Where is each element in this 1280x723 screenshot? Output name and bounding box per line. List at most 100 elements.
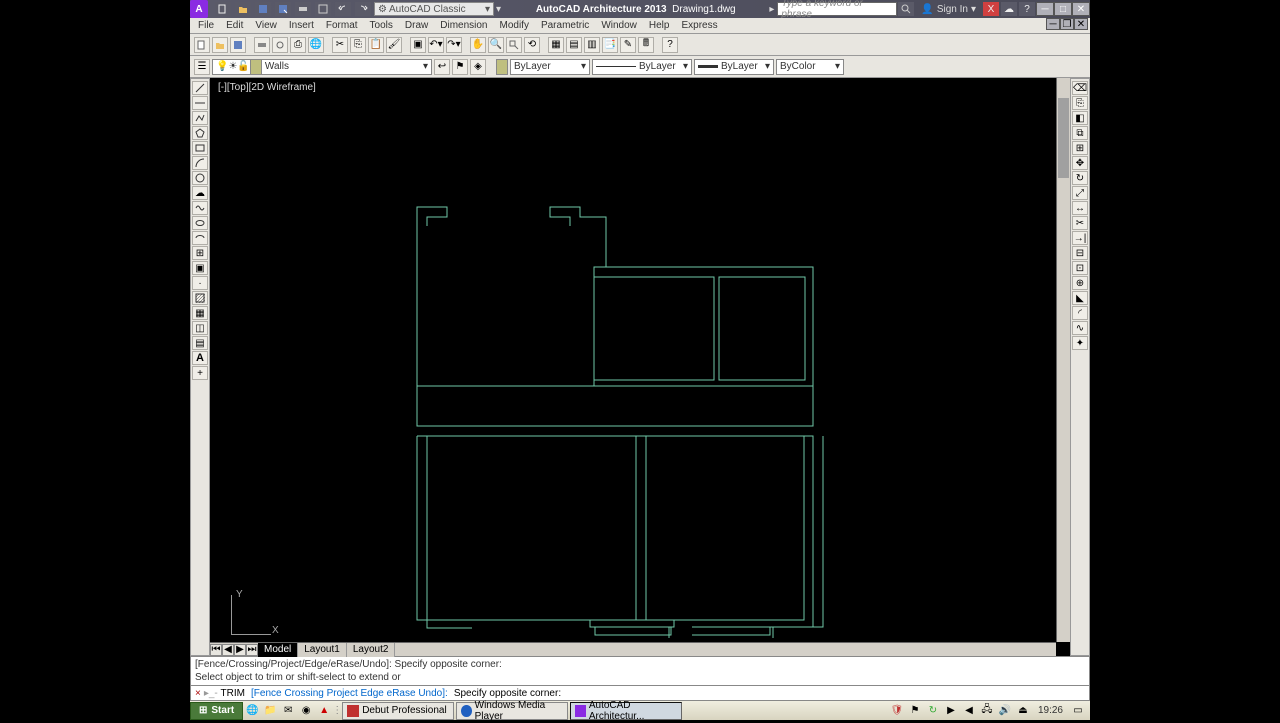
menu-format[interactable]: Format: [326, 20, 358, 31]
array-icon[interactable]: ⊞: [1072, 141, 1088, 155]
blend-icon[interactable]: ∿: [1072, 321, 1088, 335]
menu-insert[interactable]: Insert: [289, 20, 314, 31]
zoom-window-icon[interactable]: [506, 37, 522, 53]
offset-icon[interactable]: ⧉: [1072, 126, 1088, 140]
drawing-area[interactable]: [-][Top][2D Wireframe]: [210, 78, 1070, 656]
scale-icon[interactable]: ⤢: [1072, 186, 1088, 200]
add-selected-icon[interactable]: +: [192, 366, 208, 380]
qnew-icon[interactable]: [194, 37, 210, 53]
color-swatch[interactable]: [496, 59, 508, 75]
lineweight-dropdown[interactable]: ByLayer▾: [694, 59, 774, 75]
redo-icon[interactable]: [355, 2, 371, 16]
tab-nav-last-icon[interactable]: ⏭: [246, 644, 258, 656]
workspace-dropdown[interactable]: ⚙ AutoCAD Classic ▾: [374, 2, 494, 16]
color-dropdown[interactable]: ByLayer▾: [510, 59, 590, 75]
paste-icon[interactable]: 📋: [368, 37, 384, 53]
exchange-icon[interactable]: X: [983, 2, 999, 16]
menu-dimension[interactable]: Dimension: [440, 20, 487, 31]
outlook-icon[interactable]: ✉: [280, 703, 296, 719]
menu-tools[interactable]: Tools: [370, 20, 393, 31]
erase-icon[interactable]: ⌫: [1072, 81, 1088, 95]
drawing-canvas[interactable]: [210, 78, 1056, 638]
markup-icon[interactable]: ✎: [620, 37, 636, 53]
menu-window[interactable]: Window: [601, 20, 637, 31]
menu-express[interactable]: Express: [681, 20, 717, 31]
tab-layout2[interactable]: Layout2: [347, 643, 396, 657]
layer-iso-icon[interactable]: ◈: [470, 59, 486, 75]
tab-model[interactable]: Model: [258, 643, 298, 657]
point-icon[interactable]: ·: [192, 276, 208, 290]
table-icon[interactable]: ▤: [192, 336, 208, 350]
rectangle-icon[interactable]: [192, 141, 208, 155]
close-button[interactable]: ✕: [1072, 2, 1090, 16]
mtext-icon[interactable]: A: [192, 351, 208, 365]
doc-minimize-button[interactable]: ─: [1046, 18, 1060, 30]
menu-edit[interactable]: Edit: [226, 20, 243, 31]
command-close-icon[interactable]: ×: [195, 688, 201, 699]
undo-dd-icon[interactable]: ↶▾: [428, 37, 444, 53]
preview-icon[interactable]: [272, 37, 288, 53]
construction-line-icon[interactable]: [192, 96, 208, 110]
search-icon[interactable]: [898, 2, 914, 16]
menu-view[interactable]: View: [255, 20, 277, 31]
doc-close-button[interactable]: ✕: [1074, 18, 1088, 30]
insert-block-icon[interactable]: ⊞: [192, 246, 208, 260]
help-toolbar-icon[interactable]: ?: [662, 37, 678, 53]
open-file-icon[interactable]: [212, 37, 228, 53]
fillet-icon[interactable]: ◜: [1072, 306, 1088, 320]
quickcalc-icon[interactable]: 🖩: [638, 37, 654, 53]
explorer-icon[interactable]: 📁: [262, 703, 278, 719]
polygon-icon[interactable]: [192, 126, 208, 140]
search-input[interactable]: Type a keyword or phrase: [777, 2, 897, 16]
gradient-icon[interactable]: ▦: [192, 306, 208, 320]
tray-autodesk-icon[interactable]: ▶: [943, 703, 959, 719]
ellipse-icon[interactable]: [192, 216, 208, 230]
vertical-scrollbar[interactable]: [1056, 78, 1070, 642]
tab-nav-first-icon[interactable]: ⏮: [210, 644, 222, 656]
open-icon[interactable]: [235, 2, 251, 16]
circle-icon[interactable]: [192, 171, 208, 185]
new-icon[interactable]: [215, 2, 231, 16]
start-button[interactable]: ⊞ Start: [190, 702, 243, 720]
ie-icon[interactable]: 🌐: [244, 703, 260, 719]
tray-volume-icon[interactable]: 🔊: [997, 703, 1013, 719]
copy-icon[interactable]: ⎘: [350, 37, 366, 53]
plotstyle-dropdown[interactable]: ByColor▾: [776, 59, 844, 75]
chrome-icon[interactable]: ◉: [298, 703, 314, 719]
layer-previous-icon[interactable]: ↩: [434, 59, 450, 75]
help-icon[interactable]: ?: [1019, 2, 1035, 16]
layer-states-icon[interactable]: ⚑: [452, 59, 468, 75]
spline-icon[interactable]: [192, 201, 208, 215]
command-history[interactable]: [Fence/Crossing/Project/Edge/eRase/Undo]…: [190, 656, 1090, 686]
linetype-dropdown[interactable]: ByLayer▾: [592, 59, 692, 75]
plot-icon[interactable]: [254, 37, 270, 53]
ellipse-arc-icon[interactable]: [192, 231, 208, 245]
tab-layout1[interactable]: Layout1: [298, 643, 347, 657]
plot-preview-icon[interactable]: [315, 2, 331, 16]
cloud-icon[interactable]: ☁: [1001, 2, 1017, 16]
copy-obj-icon[interactable]: ⎘: [1072, 96, 1088, 110]
hatch-icon[interactable]: [192, 291, 208, 305]
pan-icon[interactable]: ✋: [470, 37, 486, 53]
minimize-button[interactable]: ─: [1036, 2, 1054, 16]
join-icon[interactable]: ⊕: [1072, 276, 1088, 290]
tray-network-icon[interactable]: 🖧: [979, 703, 995, 719]
undo-icon[interactable]: [335, 2, 351, 16]
properties-icon[interactable]: ▦: [548, 37, 564, 53]
task-debut[interactable]: Debut Professional: [342, 702, 454, 720]
tool-palettes-icon[interactable]: ▥: [584, 37, 600, 53]
layer-dropdown[interactable]: 💡 ☀ 🔓 Walls ▾: [212, 59, 432, 75]
sheetset-icon[interactable]: 📑: [602, 37, 618, 53]
line-icon[interactable]: [192, 81, 208, 95]
trim-icon[interactable]: ✂: [1072, 216, 1088, 230]
tray-flag-icon[interactable]: ⚑: [907, 703, 923, 719]
app-logo-icon[interactable]: A: [190, 0, 208, 18]
arc-icon[interactable]: [192, 156, 208, 170]
acrobat-icon[interactable]: ▲: [316, 703, 332, 719]
polyline-icon[interactable]: [192, 111, 208, 125]
revcloud-icon[interactable]: ☁: [192, 186, 208, 200]
rotate-icon[interactable]: ↻: [1072, 171, 1088, 185]
tray-safely-remove-icon[interactable]: ⏏: [1015, 703, 1031, 719]
mirror-icon[interactable]: ◧: [1072, 111, 1088, 125]
extend-icon[interactable]: →|: [1072, 231, 1088, 245]
